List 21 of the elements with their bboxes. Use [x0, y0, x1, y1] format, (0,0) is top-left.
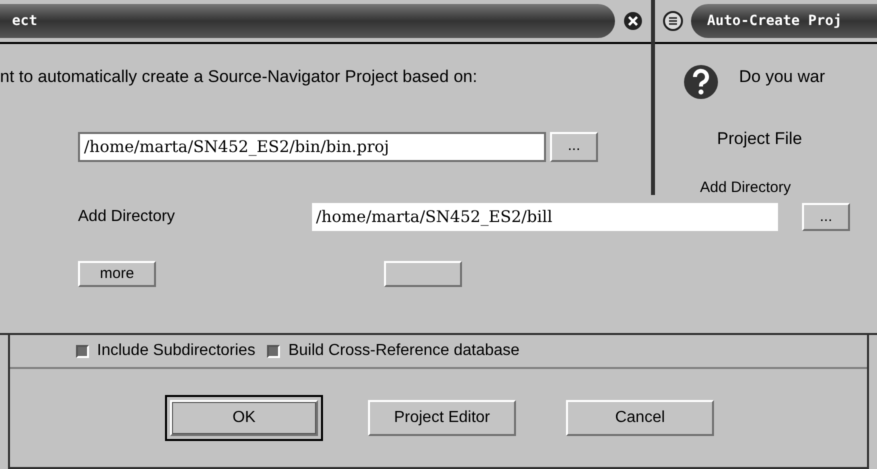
question-icon	[683, 64, 719, 100]
window-title: ect	[12, 12, 38, 30]
field-label: Project File	[716, 128, 804, 150]
menu-icon[interactable]	[663, 11, 683, 31]
checkbox-label: Include Subdirectories	[97, 341, 256, 361]
project-file-field[interactable]: /home/marta/SN452_ES2/bin/bin.proj	[78, 132, 546, 162]
prompt-text: Do you war	[739, 66, 825, 88]
close-icon[interactable]	[623, 11, 643, 31]
browse-button[interactable]: ...	[802, 203, 850, 231]
browse-button[interactable]: ...	[550, 132, 598, 162]
directory-field[interactable]: /home/marta/SN452_ES2/bill	[312, 203, 778, 231]
more-button[interactable]: more	[78, 261, 156, 287]
window-title: Auto-Create Proj	[707, 12, 842, 30]
field-label: Add Directory	[78, 207, 176, 227]
prompt-text: nt to automatically create a Source-Navigator Project based on:	[0, 66, 478, 88]
checkbox[interactable]	[267, 344, 280, 358]
dialog-button[interactable]: Cancel	[566, 400, 714, 436]
dialog-button[interactable]: Project Editor	[368, 400, 516, 436]
checkbox[interactable]	[76, 344, 89, 358]
checkbox-label: Build Cross-Reference database	[288, 341, 520, 361]
field-label: Add Directory	[700, 181, 791, 195]
